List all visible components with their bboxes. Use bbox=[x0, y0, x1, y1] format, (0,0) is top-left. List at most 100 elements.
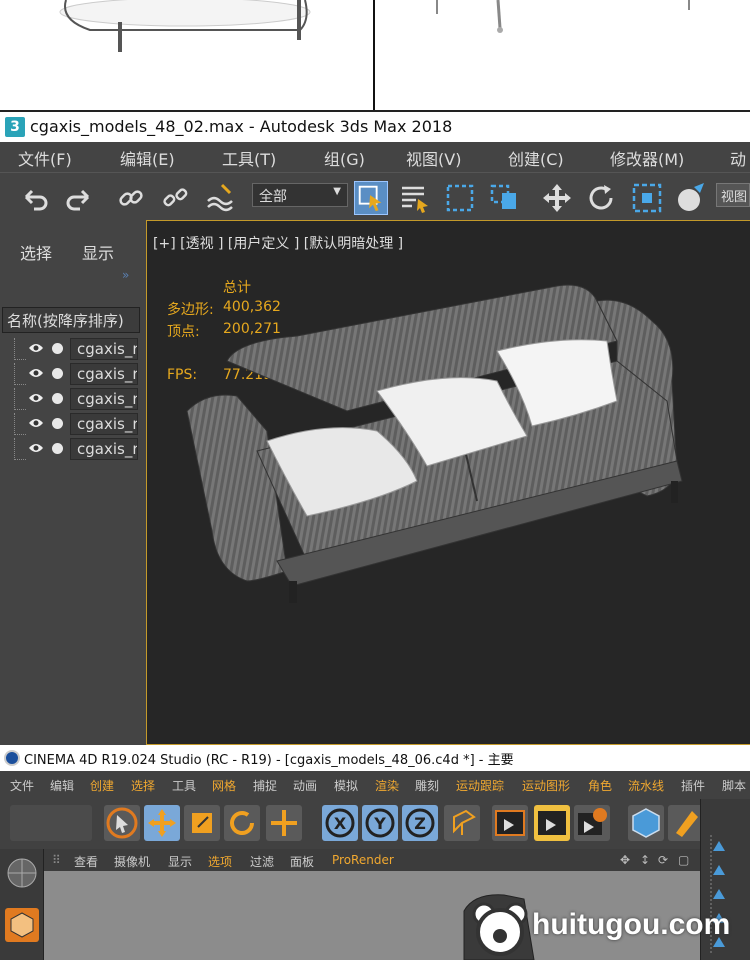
tab-display[interactable]: 显示 bbox=[82, 240, 114, 264]
eye-icon[interactable] bbox=[28, 417, 44, 429]
c4d-menu-mesh[interactable]: 网格 bbox=[212, 777, 236, 794]
viewport-nav-icon[interactable]: ✥ bbox=[620, 853, 630, 867]
c4d-menu-render[interactable]: 渲染 bbox=[375, 777, 399, 794]
sofa-model[interactable] bbox=[177, 281, 737, 621]
view-dropdown[interactable]: 视图 bbox=[716, 183, 750, 207]
scale-tool-icon[interactable] bbox=[184, 805, 220, 841]
list-item[interactable]: cgaxis_r bbox=[8, 363, 138, 385]
vp-menu-view[interactable]: 查看 bbox=[74, 853, 98, 870]
menu-tools[interactable]: 工具(T) bbox=[222, 146, 276, 170]
c4d-menu-sculpt[interactable]: 雕刻 bbox=[415, 777, 439, 794]
c4d-menu-character[interactable]: 角色 bbox=[588, 777, 612, 794]
vp-menu-camera[interactable]: 摄像机 bbox=[114, 853, 150, 870]
c4d-menu-plugins[interactable]: 插件 bbox=[681, 777, 705, 794]
cube-object-icon[interactable] bbox=[628, 805, 664, 841]
list-item[interactable]: cgaxis_r bbox=[8, 388, 138, 410]
coordinate-system-icon[interactable] bbox=[444, 805, 480, 841]
menu-view[interactable]: 视图(V) bbox=[406, 146, 461, 170]
undo-redo-icon[interactable] bbox=[10, 805, 92, 841]
redo-icon[interactable] bbox=[62, 181, 96, 215]
viewport-rotate-icon[interactable]: ⟳ bbox=[658, 853, 668, 867]
model-mode-icon[interactable] bbox=[4, 907, 40, 943]
c4d-menu-select[interactable]: 选择 bbox=[131, 777, 155, 794]
list-item[interactable]: cgaxis_r bbox=[8, 438, 138, 460]
c4d-menu-snap[interactable]: 捕捉 bbox=[253, 777, 277, 794]
undo-icon[interactable] bbox=[18, 181, 52, 215]
move-icon[interactable] bbox=[540, 181, 574, 215]
menu-create[interactable]: 创建(C) bbox=[508, 146, 564, 170]
perspective-viewport[interactable]: [+] [透视 ] [用户定义 ] [默认明暗处理 ] 总计 多边形: 400,… bbox=[146, 220, 750, 745]
vp-menu-display[interactable]: 显示 bbox=[168, 853, 192, 870]
sphere-mode-icon[interactable] bbox=[4, 855, 40, 891]
list-item[interactable]: cgaxis_r bbox=[8, 413, 138, 435]
viewport-label[interactable]: [+] [透视 ] [用户定义 ] [默认明暗处理 ] bbox=[153, 233, 403, 253]
freeze-dot-icon[interactable] bbox=[52, 368, 63, 379]
object-name[interactable]: cgaxis_r bbox=[70, 338, 138, 360]
freeze-dot-icon[interactable] bbox=[52, 343, 63, 354]
select-object-icon[interactable] bbox=[354, 181, 388, 215]
vp-menu-filter[interactable]: 过滤 bbox=[250, 853, 274, 870]
c4d-menu-script[interactable]: 脚本 bbox=[722, 777, 746, 794]
x-axis-lock-icon[interactable]: X bbox=[322, 805, 358, 841]
menu-edit[interactable]: 编辑(E) bbox=[120, 146, 175, 170]
unlink-icon[interactable] bbox=[158, 181, 192, 215]
select-by-name-icon[interactable] bbox=[398, 181, 432, 215]
sort-by-name-header[interactable]: 名称(按降序排序) bbox=[2, 307, 140, 333]
selection-filter-dropdown[interactable]: 全部 ▼ bbox=[252, 183, 348, 207]
freeze-dot-icon[interactable] bbox=[52, 443, 63, 454]
expand-chevron-icon[interactable]: » bbox=[122, 268, 129, 282]
vp-menu-panel[interactable]: 面板 bbox=[290, 853, 314, 870]
rotate-icon[interactable] bbox=[584, 181, 618, 215]
c4d-menu-motion-tracking[interactable]: 运动跟踪 bbox=[456, 777, 504, 794]
c4d-menu-animate[interactable]: 动画 bbox=[293, 777, 317, 794]
tree-line bbox=[14, 388, 26, 410]
menu-group[interactable]: 组(G) bbox=[324, 146, 365, 170]
pen-spline-icon[interactable] bbox=[668, 805, 704, 841]
c4d-menu-mograph[interactable]: 运动图形 bbox=[522, 777, 570, 794]
bind-spacewarp-icon[interactable] bbox=[204, 181, 238, 215]
scale-icon[interactable] bbox=[630, 181, 664, 215]
link-icon[interactable] bbox=[114, 181, 148, 215]
viewport-maximize-icon[interactable]: ▢ bbox=[678, 853, 689, 867]
eye-icon[interactable] bbox=[28, 342, 44, 354]
rotate-tool-icon[interactable] bbox=[224, 805, 260, 841]
place-icon[interactable] bbox=[674, 181, 708, 215]
freeze-dot-icon[interactable] bbox=[52, 418, 63, 429]
eye-icon[interactable] bbox=[28, 442, 44, 454]
object-name[interactable]: cgaxis_r bbox=[70, 413, 138, 435]
window-crossing-icon[interactable] bbox=[488, 181, 522, 215]
watermark: huitugou.com bbox=[470, 898, 740, 958]
render-settings-icon[interactable] bbox=[574, 805, 610, 841]
eye-icon[interactable] bbox=[28, 367, 44, 379]
y-axis-lock-icon[interactable]: Y bbox=[362, 805, 398, 841]
c4d-menu-file[interactable]: 文件 bbox=[10, 777, 34, 794]
render-view-icon[interactable] bbox=[492, 805, 528, 841]
menu-file[interactable]: 文件(F) bbox=[18, 146, 72, 170]
c4d-menu-edit[interactable]: 编辑 bbox=[50, 777, 74, 794]
live-selection-icon[interactable] bbox=[104, 805, 140, 841]
c4d-menu-pipeline[interactable]: 流水线 bbox=[628, 777, 664, 794]
move-tool-icon[interactable] bbox=[144, 805, 180, 841]
object-name[interactable]: cgaxis_r bbox=[70, 438, 138, 460]
z-axis-lock-icon[interactable]: Z bbox=[402, 805, 438, 841]
transform-tool-icon[interactable] bbox=[266, 805, 302, 841]
tree-line bbox=[14, 413, 26, 435]
freeze-dot-icon[interactable] bbox=[52, 393, 63, 404]
vp-menu-prorender[interactable]: ProRender bbox=[332, 853, 394, 867]
c4d-menu-create[interactable]: 创建 bbox=[90, 777, 114, 794]
list-item[interactable]: cgaxis_r bbox=[8, 338, 138, 360]
vp-menu-options[interactable]: 选项 bbox=[208, 853, 232, 870]
max-main-toolbar: 全部 ▼ 视图 bbox=[0, 172, 750, 220]
render-to-picture-viewer-icon[interactable] bbox=[534, 805, 570, 841]
menu-modifiers[interactable]: 修改器(M) bbox=[610, 146, 684, 170]
menu-animation[interactable]: 动 bbox=[730, 146, 746, 170]
rectangle-selection-icon[interactable] bbox=[444, 181, 478, 215]
object-name[interactable]: cgaxis_r bbox=[70, 363, 138, 385]
c4d-menu-simulate[interactable]: 模拟 bbox=[334, 777, 358, 794]
object-name[interactable]: cgaxis_r bbox=[70, 388, 138, 410]
viewport-zoom-icon[interactable]: ↕ bbox=[640, 853, 650, 867]
eye-icon[interactable] bbox=[28, 392, 44, 404]
tree-line bbox=[14, 338, 26, 360]
c4d-menu-tools[interactable]: 工具 bbox=[172, 777, 196, 794]
tab-select[interactable]: 选择 bbox=[20, 240, 52, 264]
